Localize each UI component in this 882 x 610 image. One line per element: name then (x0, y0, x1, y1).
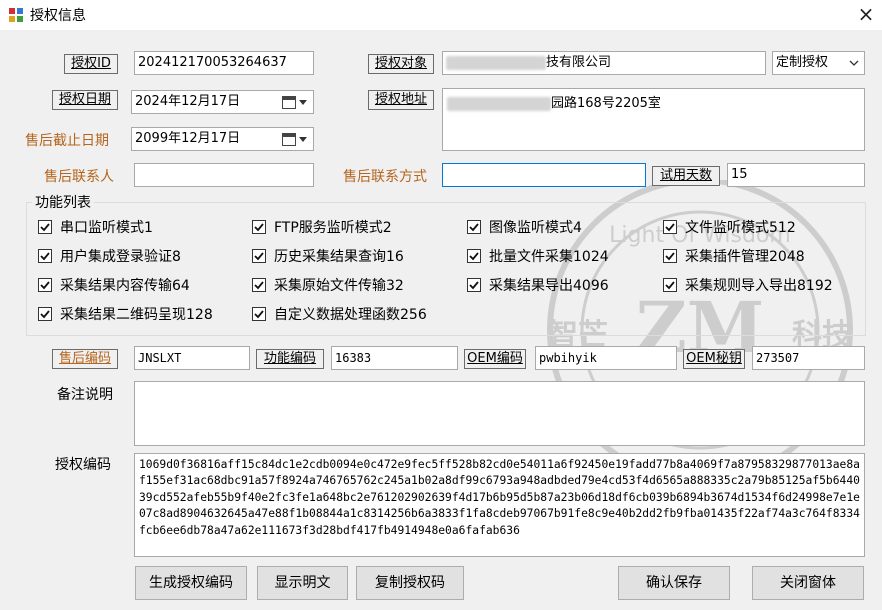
checkbox-check-icon[interactable] (252, 220, 266, 234)
dropdown-arrow-icon[interactable] (299, 100, 307, 105)
feature-checkbox-label: 历史采集结果查询16 (274, 249, 404, 265)
aftersale-end-date-label: 售后截止日期 (25, 133, 109, 149)
oem-code-label: OEM编码 (464, 349, 526, 369)
checkbox-check-icon[interactable] (467, 220, 481, 234)
feature-checkbox-label: 自定义数据处理函数256 (274, 307, 427, 323)
remark-label: 备注说明 (57, 387, 113, 403)
auth-target-label: 授权对象 (368, 54, 434, 74)
dropdown-arrow-icon[interactable] (299, 137, 307, 142)
feature-group-title: 功能列表 (32, 192, 94, 212)
redacted-text (446, 55, 546, 70)
auth-id-label: 授权ID (64, 54, 118, 74)
feature-checkbox-label: 批量文件采集1024 (489, 249, 609, 265)
show-plaintext-button[interactable]: 显示明文 (257, 566, 348, 600)
checkbox-check-icon[interactable] (467, 278, 481, 292)
auth-date-label: 授权日期 (52, 90, 118, 110)
calendar-icon[interactable] (282, 96, 296, 109)
auth-id-input[interactable]: 202412170053264637 (134, 51, 314, 75)
auth-target-input[interactable]: 技有限公司 (442, 51, 766, 75)
aftersale-contact-label: 售后联系人 (44, 169, 114, 185)
auth-address-label: 授权地址 (368, 90, 434, 110)
checkbox-check-icon[interactable] (38, 278, 52, 292)
close-window-button[interactable]: 关闭窗体 (752, 566, 864, 600)
trial-days-input[interactable]: 15 (727, 163, 865, 187)
function-code-input[interactable]: 16383 (331, 346, 458, 370)
feature-checkbox[interactable]: 串口监听模式1 (38, 218, 153, 236)
title-bar (0, 0, 882, 30)
checkbox-check-icon[interactable] (252, 307, 266, 321)
checkbox-check-icon[interactable] (663, 220, 677, 234)
checkbox-check-icon[interactable] (38, 220, 52, 234)
feature-checkbox[interactable]: 采集结果导出4096 (467, 276, 609, 294)
feature-checkbox[interactable]: 历史采集结果查询16 (252, 247, 404, 265)
confirm-save-button[interactable]: 确认保存 (618, 566, 730, 600)
checkbox-check-icon[interactable] (252, 278, 266, 292)
app-icon (9, 8, 23, 22)
feature-checkbox[interactable]: 采集插件管理2048 (663, 247, 805, 265)
redacted-text (447, 96, 551, 111)
checkbox-check-icon[interactable] (467, 249, 481, 263)
auth-target-value: 技有限公司 (546, 55, 612, 70)
auth-type-select[interactable]: 定制授权 (772, 51, 865, 75)
feature-checkbox-label: 采集规则导入导出8192 (685, 278, 833, 294)
feature-checkbox[interactable]: FTP服务监听模式2 (252, 218, 392, 236)
feature-checkbox[interactable]: 采集原始文件传输32 (252, 276, 404, 294)
checkbox-check-icon[interactable] (38, 307, 52, 321)
aftersale-end-date-value: 2099年12月17日 (135, 131, 241, 146)
oem-key-label: OEM秘钥 (683, 349, 745, 369)
function-code-label: 功能编码 (256, 349, 324, 369)
feature-checkbox-label: FTP服务监听模式2 (274, 220, 392, 236)
feature-checkbox[interactable]: 文件监听模式512 (663, 218, 796, 236)
feature-checkbox-label: 采集结果内容传输64 (60, 278, 190, 294)
auth-code-label: 授权编码 (55, 457, 111, 473)
auth-address-input[interactable]: 园路168号2205室 (442, 88, 865, 151)
feature-checkbox-label: 采集结果导出4096 (489, 278, 609, 294)
auth-code-input[interactable]: 1069d0f36816aff15c84dc1e2cdb0094e0c472e9… (134, 453, 865, 557)
feature-checkbox-label: 采集原始文件传输32 (274, 278, 404, 294)
aftersale-contact-method-input[interactable] (442, 163, 646, 187)
feature-checkbox-label: 用户集成登录验证8 (60, 249, 181, 265)
window-title: 授权信息 (30, 8, 86, 24)
feature-checkbox[interactable]: 采集结果二维码呈现128 (38, 305, 213, 323)
feature-checkbox[interactable]: 采集规则导入导出8192 (663, 276, 833, 294)
trial-days-label: 试用天数 (652, 166, 720, 186)
feature-checkbox[interactable]: 批量文件采集1024 (467, 247, 609, 265)
auth-date-picker[interactable]: 2024年12月17日 (131, 90, 314, 114)
checkbox-check-icon[interactable] (663, 249, 677, 263)
auth-date-value: 2024年12月17日 (135, 94, 241, 109)
auth-type-value: 定制授权 (776, 55, 829, 70)
aftersale-code-label: 售后编码 (52, 349, 118, 369)
checkbox-check-icon[interactable] (252, 249, 266, 263)
auth-address-value: 园路168号2205室 (551, 96, 661, 111)
feature-checkbox-label: 文件监听模式512 (685, 220, 796, 236)
oem-code-input[interactable]: pwbihyik (535, 346, 677, 370)
feature-checkbox-label: 串口监听模式1 (60, 220, 153, 236)
oem-key-input[interactable]: 273507 (752, 346, 865, 370)
calendar-icon[interactable] (282, 133, 296, 146)
aftersale-code-input[interactable]: JNSLXT (134, 346, 250, 370)
feature-checkbox[interactable]: 自定义数据处理函数256 (252, 305, 427, 323)
remark-input[interactable] (134, 381, 865, 446)
aftersale-end-date-picker[interactable]: 2099年12月17日 (131, 127, 314, 151)
feature-checkbox-label: 采集插件管理2048 (685, 249, 805, 265)
close-icon[interactable]: × (850, 0, 882, 30)
feature-checkbox[interactable]: 采集结果内容传输64 (38, 276, 190, 294)
aftersale-contact-method-label: 售后联系方式 (343, 169, 427, 185)
copy-auth-code-button[interactable]: 复制授权码 (356, 566, 464, 600)
feature-checkbox[interactable]: 用户集成登录验证8 (38, 247, 181, 265)
chevron-down-icon (849, 60, 859, 66)
checkbox-check-icon[interactable] (38, 249, 52, 263)
checkbox-check-icon[interactable] (663, 278, 677, 292)
feature-checkbox-label: 图像监听模式4 (489, 220, 582, 236)
generate-auth-code-button[interactable]: 生成授权编码 (135, 566, 247, 600)
feature-checkbox-label: 采集结果二维码呈现128 (60, 307, 213, 323)
aftersale-contact-input[interactable] (134, 163, 314, 187)
feature-checkbox[interactable]: 图像监听模式4 (467, 218, 582, 236)
